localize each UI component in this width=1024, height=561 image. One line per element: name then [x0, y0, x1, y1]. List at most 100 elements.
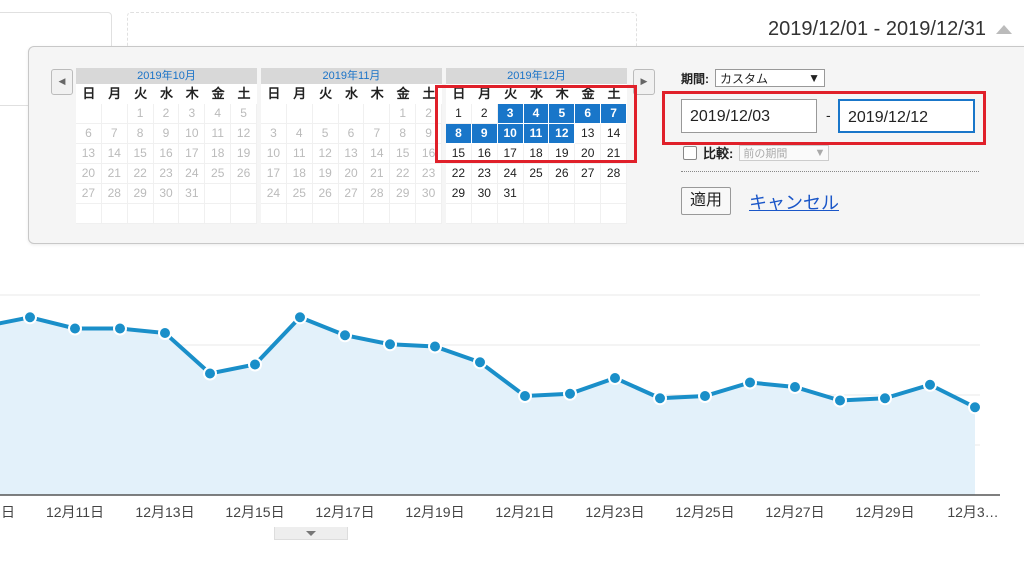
day-cell[interactable]: 11 [286, 144, 313, 164]
day-cell[interactable]: 5 [312, 124, 339, 144]
data-point[interactable] [158, 326, 172, 340]
data-point[interactable] [113, 321, 127, 336]
day-cell[interactable]: 28 [601, 164, 627, 184]
cancel-link[interactable]: キャンセル [749, 189, 839, 215]
day-cell[interactable]: 25 [205, 164, 232, 184]
day-cell[interactable]: 3 [261, 124, 287, 144]
chart-scroll-handle[interactable] [274, 527, 348, 540]
data-point[interactable] [878, 391, 892, 406]
day-cell[interactable]: 28 [364, 184, 391, 204]
day-cell[interactable]: 29 [446, 184, 472, 204]
data-point[interactable] [968, 400, 982, 415]
day-cell[interactable]: 18 [205, 144, 232, 164]
day-cell[interactable]: 15 [127, 144, 154, 164]
day-cell[interactable]: 26 [231, 164, 257, 184]
day-cell[interactable]: 20 [338, 164, 365, 184]
day-cell[interactable]: 31 [179, 184, 206, 204]
prev-month-button[interactable]: ◀ [51, 69, 73, 95]
day-cell[interactable]: 9 [153, 124, 180, 144]
day-cell[interactable]: 22 [390, 164, 417, 184]
day-cell[interactable]: 25 [286, 184, 313, 204]
day-grid: 1 2 3 4 5 6 7 8 9 10 11 12 13 14 15 16 17 18 19 20 21 22 23 24 2… [76, 104, 257, 224]
day-cell[interactable]: 27 [76, 184, 102, 204]
data-point[interactable] [293, 310, 307, 325]
day-cell[interactable]: 10 [261, 144, 287, 164]
day-cell[interactable]: 24 [497, 164, 524, 184]
data-point[interactable] [833, 393, 847, 408]
day-cell[interactable]: 11 [205, 124, 232, 144]
day-cell[interactable]: 5 [231, 104, 257, 124]
day-cell[interactable]: 15 [390, 144, 417, 164]
day-cell[interactable]: 17 [179, 144, 206, 164]
day-cell[interactable]: 30 [471, 184, 498, 204]
day-cell[interactable]: 8 [127, 124, 154, 144]
data-point[interactable] [383, 337, 397, 352]
day-cell[interactable]: 23 [471, 164, 498, 184]
day-cell[interactable]: 27 [575, 164, 602, 184]
data-point[interactable] [23, 310, 37, 325]
data-point[interactable] [428, 339, 442, 354]
day-cell[interactable]: 24 [261, 184, 287, 204]
day-cell[interactable]: 14 [364, 144, 391, 164]
day-cell[interactable]: 6 [338, 124, 365, 144]
day-cell[interactable]: 19 [231, 144, 257, 164]
day-cell[interactable]: 26 [312, 184, 339, 204]
data-point[interactable] [518, 389, 532, 403]
data-point[interactable] [698, 389, 712, 403]
data-point[interactable] [788, 380, 802, 394]
data-point[interactable] [563, 386, 577, 401]
day-cell[interactable]: 8 [390, 124, 417, 144]
day-cell[interactable]: 4 [286, 124, 313, 144]
data-point[interactable] [608, 371, 622, 385]
day-cell[interactable]: 1 [390, 104, 417, 124]
date-range-toggle[interactable]: 2019/12/01 - 2019/12/31 [768, 18, 1012, 41]
data-point[interactable] [338, 328, 352, 343]
day-cell[interactable]: 13 [76, 144, 102, 164]
day-cell[interactable]: 13 [338, 144, 365, 164]
compare-checkbox[interactable] [683, 145, 697, 160]
day-cell[interactable]: 12 [312, 144, 339, 164]
data-point[interactable] [203, 366, 217, 381]
data-point[interactable] [653, 391, 667, 406]
apply-button[interactable]: 適用 [681, 187, 732, 215]
day-cell[interactable]: 22 [127, 164, 154, 184]
day-cell[interactable]: 3 [179, 104, 206, 124]
day-cell[interactable]: 23 [153, 164, 180, 184]
day-cell[interactable]: 21 [101, 164, 128, 184]
day-cell[interactable]: 26 [549, 164, 576, 184]
day-cell[interactable]: 17 [261, 164, 287, 184]
day-cell[interactable]: 25 [523, 164, 550, 184]
day-cell[interactable]: 7 [101, 124, 128, 144]
day-cell[interactable]: 29 [127, 184, 154, 204]
day-cell[interactable]: 29 [390, 184, 417, 204]
day-cell[interactable]: 20 [76, 164, 102, 184]
day-cell[interactable]: 18 [286, 164, 313, 184]
day-cell[interactable]: 22 [446, 164, 472, 184]
day-cell [231, 184, 257, 204]
day-cell[interactable]: 30 [153, 184, 180, 204]
day-cell[interactable]: 16 [153, 144, 180, 164]
data-point[interactable] [743, 375, 757, 390]
day-cell[interactable]: 30 [416, 184, 442, 204]
day-cell[interactable]: 31 [497, 184, 524, 204]
data-point[interactable] [68, 321, 82, 336]
day-cell[interactable]: 1 [127, 104, 154, 124]
compare-select[interactable]: 前の期間 ▼ [739, 144, 830, 161]
period-select[interactable]: カスタム ▼ [715, 69, 825, 87]
data-point[interactable] [473, 355, 487, 370]
day-cell[interactable]: 4 [205, 104, 232, 124]
day-cell[interactable]: 14 [101, 144, 128, 164]
day-cell[interactable]: 2 [153, 104, 180, 124]
day-cell[interactable]: 23 [416, 164, 442, 184]
day-cell[interactable]: 19 [312, 164, 339, 184]
day-cell[interactable]: 24 [179, 164, 206, 184]
day-cell[interactable]: 28 [101, 184, 128, 204]
day-cell[interactable]: 7 [364, 124, 391, 144]
data-point[interactable] [923, 377, 937, 392]
day-cell[interactable]: 6 [76, 124, 102, 144]
day-cell[interactable]: 10 [179, 124, 206, 144]
data-point[interactable] [248, 357, 262, 372]
day-cell[interactable]: 27 [338, 184, 365, 204]
day-cell[interactable]: 12 [231, 124, 257, 144]
day-cell[interactable]: 21 [364, 164, 391, 184]
